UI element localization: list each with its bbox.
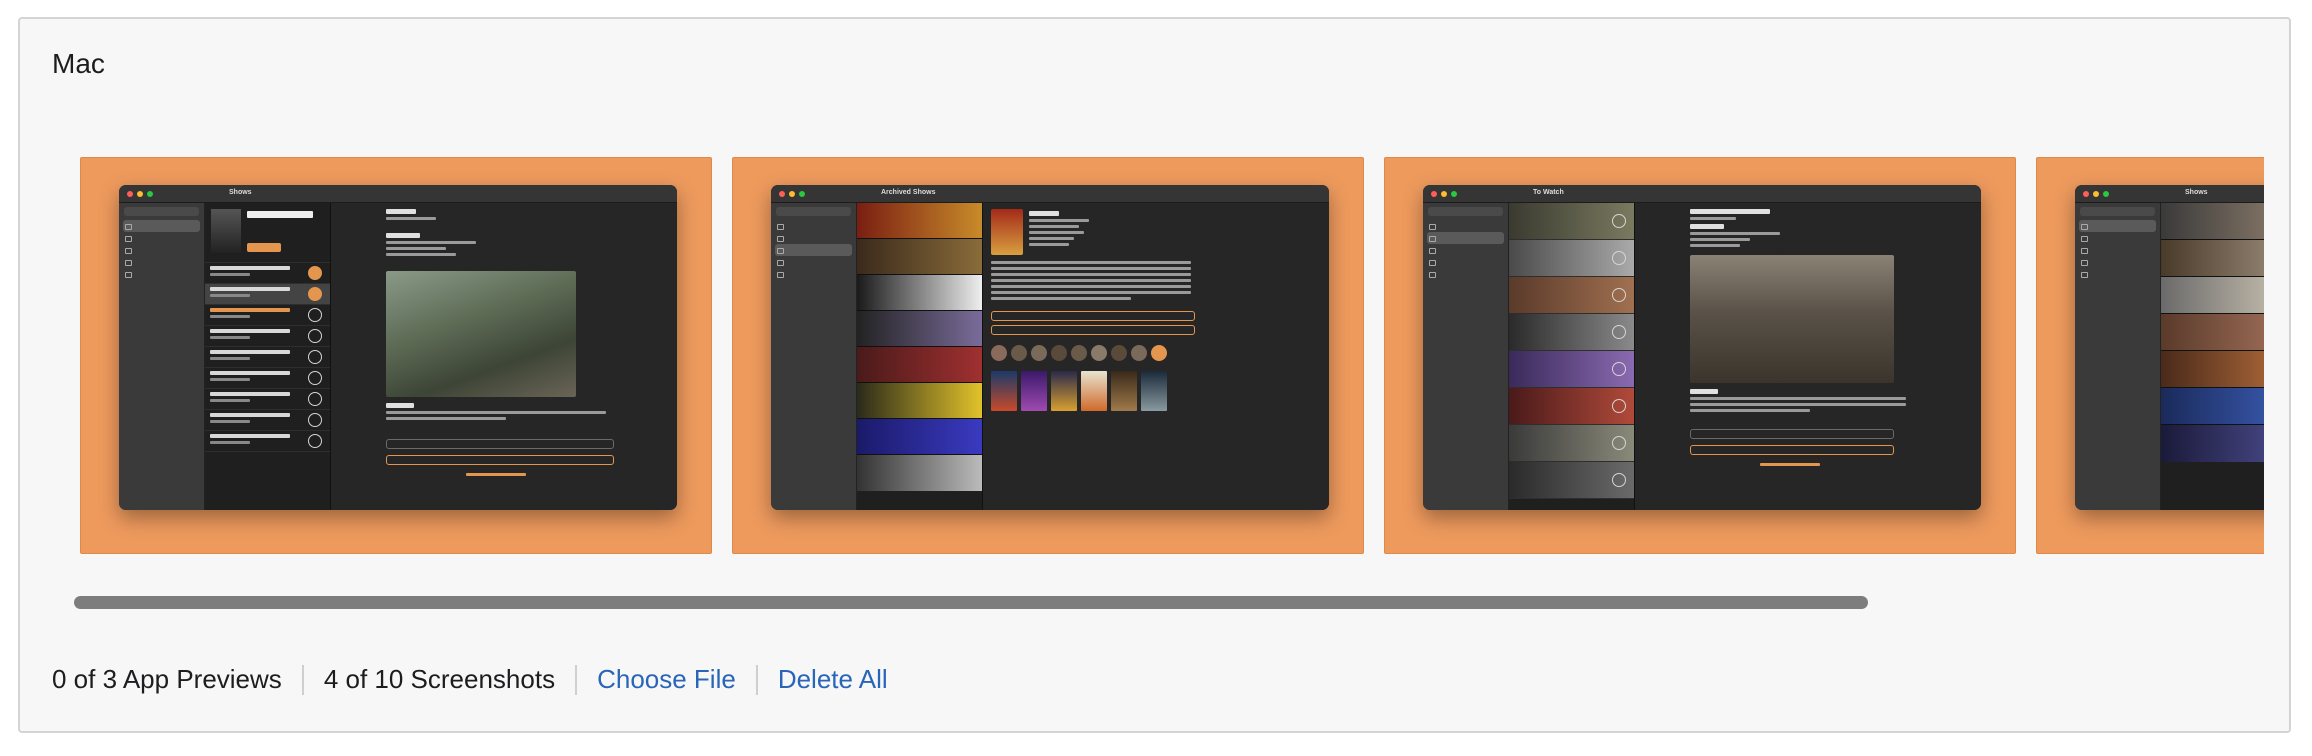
delete-all-link[interactable]: Delete All bbox=[778, 664, 888, 695]
horizontal-scrollbar-thumb[interactable] bbox=[74, 596, 1868, 609]
screenshots-count: 4 of 10 Screenshots bbox=[323, 664, 556, 694]
divider bbox=[575, 664, 578, 695]
window-title: Shows bbox=[229, 189, 252, 196]
footer-bar: 0 of 3 App Previews 4 of 10 Screenshots … bbox=[52, 664, 888, 695]
app-previews-count: 0 of 3 App Previews bbox=[52, 664, 282, 694]
screenshot-thumbnail-2[interactable]: Archived Shows bbox=[732, 157, 1364, 554]
window-title: Archived Shows bbox=[881, 189, 936, 196]
screenshot-thumbnail-3[interactable]: To Watch bbox=[1384, 157, 2016, 554]
choose-file-link[interactable]: Choose File bbox=[597, 664, 736, 695]
window-title: To Watch bbox=[1533, 189, 1564, 196]
mac-window-preview: To Watch bbox=[1423, 185, 1981, 510]
screenshot-thumbnail-4[interactable]: Shows bbox=[2036, 157, 2264, 554]
divider bbox=[301, 664, 304, 695]
mac-window-preview: Shows bbox=[2075, 185, 2264, 510]
window-title: Shows bbox=[2185, 189, 2208, 196]
screenshot-thumbnail-1[interactable]: Shows bbox=[80, 157, 712, 554]
mac-window-preview: Archived Shows bbox=[771, 185, 1329, 510]
mac-window-preview: Shows bbox=[119, 185, 677, 510]
platform-title: Mac bbox=[52, 48, 105, 79]
divider bbox=[755, 664, 758, 695]
screenshot-carousel[interactable]: Shows Archived Shows To Watch Shows bbox=[60, 140, 2264, 564]
